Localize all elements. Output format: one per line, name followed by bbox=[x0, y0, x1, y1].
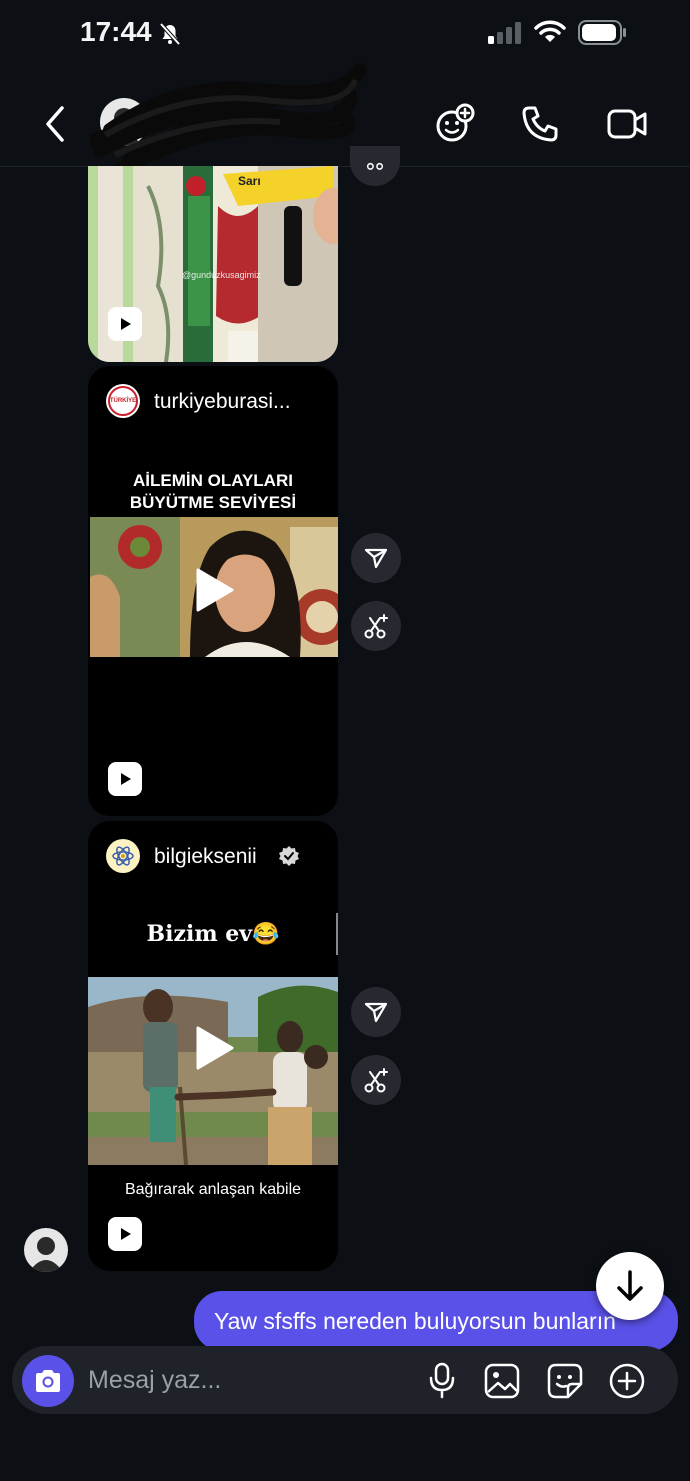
remix-icon bbox=[364, 1068, 388, 1093]
sticker-icon[interactable] bbox=[546, 1362, 584, 1400]
gallery-icon[interactable] bbox=[483, 1362, 521, 1400]
reel-card-2[interactable]: TÜRKİYE turkiyeburasi... AİLEMİN OLAYLAR… bbox=[88, 366, 338, 816]
reel-title-line2: BÜYÜTME SEVİYESİ bbox=[129, 493, 297, 512]
chevron-left-icon[interactable] bbox=[40, 104, 70, 144]
account-name[interactable]: bilgieksenii bbox=[154, 845, 257, 869]
scroll-indicator bbox=[336, 913, 338, 955]
remix-icon bbox=[364, 614, 388, 639]
bell-slash-icon bbox=[159, 22, 181, 46]
sender-avatar[interactable] bbox=[24, 1228, 68, 1272]
reel-play-badge[interactable] bbox=[108, 307, 142, 341]
camera-button[interactable] bbox=[22, 1355, 74, 1407]
reel-caption: Bağırarak anlaşan kabile bbox=[124, 1181, 302, 1198]
share-button-3[interactable] bbox=[351, 987, 401, 1037]
arrow-down-icon bbox=[617, 1270, 643, 1301]
battery-icon bbox=[578, 20, 626, 45]
play-icon bbox=[121, 1228, 131, 1240]
reel-card-1[interactable]: Sarı @gunduzkusagimiz bbox=[88, 166, 338, 362]
account-avatar-bilgi[interactable] bbox=[106, 839, 140, 873]
effects-icon[interactable] bbox=[434, 102, 476, 144]
signal-icon bbox=[488, 22, 521, 44]
reel-thumbnail-tribe bbox=[88, 977, 338, 1165]
camera-icon bbox=[36, 1370, 60, 1392]
scroll-to-bottom-button[interactable] bbox=[596, 1252, 664, 1320]
send-icon bbox=[364, 1002, 388, 1023]
remix-icon bbox=[366, 162, 384, 170]
atom-icon bbox=[112, 846, 134, 866]
play-icon bbox=[196, 1026, 234, 1070]
send-icon bbox=[364, 548, 388, 569]
reel-title-line1: AİLEMİN OLAYLARI bbox=[133, 471, 293, 490]
video-icon[interactable] bbox=[606, 104, 648, 144]
message-input[interactable]: Mesaj yaz... bbox=[88, 1366, 221, 1395]
reel-play-badge[interactable] bbox=[108, 1217, 142, 1251]
reel-play-badge[interactable] bbox=[108, 762, 142, 796]
play-icon bbox=[196, 568, 234, 612]
account-logo-text: TÜRKİYE bbox=[108, 386, 138, 416]
reel-watermark: @gunduzkusagimiz bbox=[182, 270, 261, 280]
phone-icon[interactable] bbox=[520, 104, 560, 144]
remix-button-2[interactable] bbox=[351, 601, 401, 651]
microphone-icon[interactable] bbox=[426, 1362, 458, 1400]
play-icon bbox=[121, 773, 131, 785]
play-icon bbox=[121, 318, 131, 330]
reel-sign-text: Sarı bbox=[238, 174, 261, 188]
status-time: 17:44 bbox=[80, 16, 152, 47]
plus-icon[interactable] bbox=[608, 1362, 646, 1400]
play-button[interactable] bbox=[194, 1026, 234, 1070]
account-avatar-turkiye[interactable]: TÜRKİYE bbox=[106, 384, 140, 418]
share-button-2[interactable] bbox=[351, 533, 401, 583]
play-button[interactable] bbox=[194, 568, 234, 612]
account-name[interactable]: turkiyeburasi... bbox=[154, 390, 291, 414]
verified-badge-icon bbox=[279, 846, 299, 866]
remix-button-3[interactable] bbox=[351, 1055, 401, 1105]
wifi-icon bbox=[534, 20, 566, 42]
reel-card-3[interactable]: bilgieksenii Bizim ev😂 Bağırarak anlaşan… bbox=[88, 821, 338, 1271]
reel-title: Bizim ev😂 bbox=[146, 921, 280, 947]
